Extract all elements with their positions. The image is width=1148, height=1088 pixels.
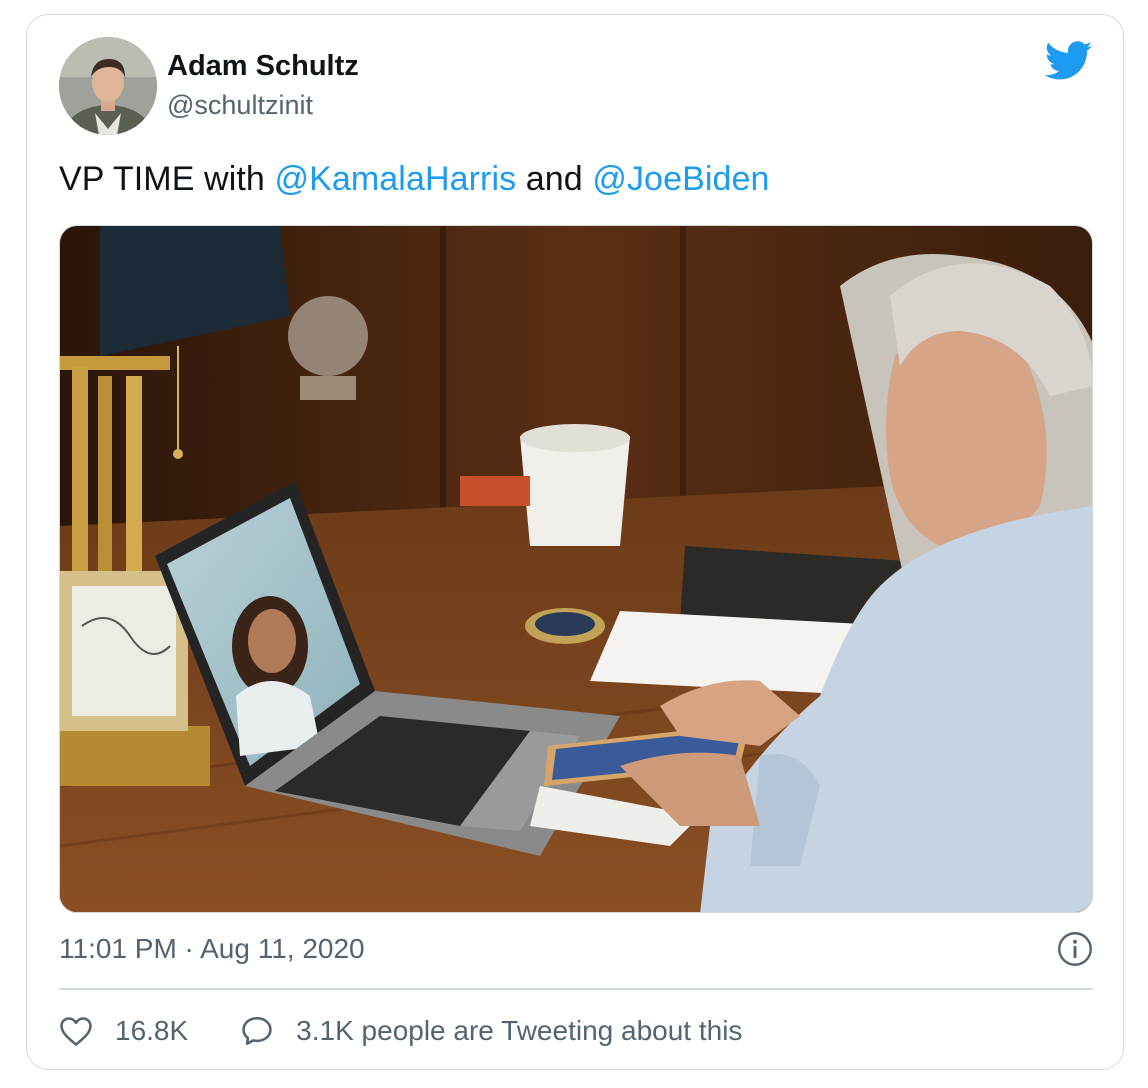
- heart-icon: [60, 1017, 92, 1046]
- divider: [59, 988, 1093, 990]
- speech-bubble-icon: [242, 1016, 272, 1046]
- tweeting-link[interactable]: 3.1K people are Tweeting about this: [240, 1014, 742, 1048]
- tweet-actions: 16.8K 3.1K people are Tweeting about thi…: [59, 1011, 742, 1051]
- tweet-text: VP TIME with @KamalaHarris and @JoeBiden: [59, 160, 770, 199]
- mention-kamala-harris[interactable]: @KamalaHarris: [274, 160, 516, 198]
- tweet-photo[interactable]: [59, 225, 1093, 913]
- tweet-timestamp[interactable]: 11:01 PM · Aug 11, 2020: [59, 933, 365, 965]
- tweet-card: Adam Schultz @schultzinit VP TIME with @…: [26, 14, 1124, 1070]
- tweeting-text: 3.1K people are Tweeting about this: [296, 1015, 743, 1046]
- avatar[interactable]: [59, 37, 157, 135]
- like-count: 16.8K: [115, 1015, 189, 1046]
- mention-joe-biden[interactable]: @JoeBiden: [592, 160, 769, 198]
- author-handle[interactable]: @schultzinit: [167, 90, 313, 121]
- author-name[interactable]: Adam Schultz: [167, 50, 359, 83]
- tweet-text-prefix: VP TIME with: [59, 160, 275, 198]
- photo-image: [60, 226, 1092, 912]
- info-icon[interactable]: [1057, 931, 1093, 967]
- twitter-bird-icon[interactable]: [1045, 41, 1093, 81]
- like-button[interactable]: 16.8K: [59, 1015, 188, 1047]
- avatar-image: [59, 37, 157, 135]
- tweet-text-middle: and: [516, 160, 593, 198]
